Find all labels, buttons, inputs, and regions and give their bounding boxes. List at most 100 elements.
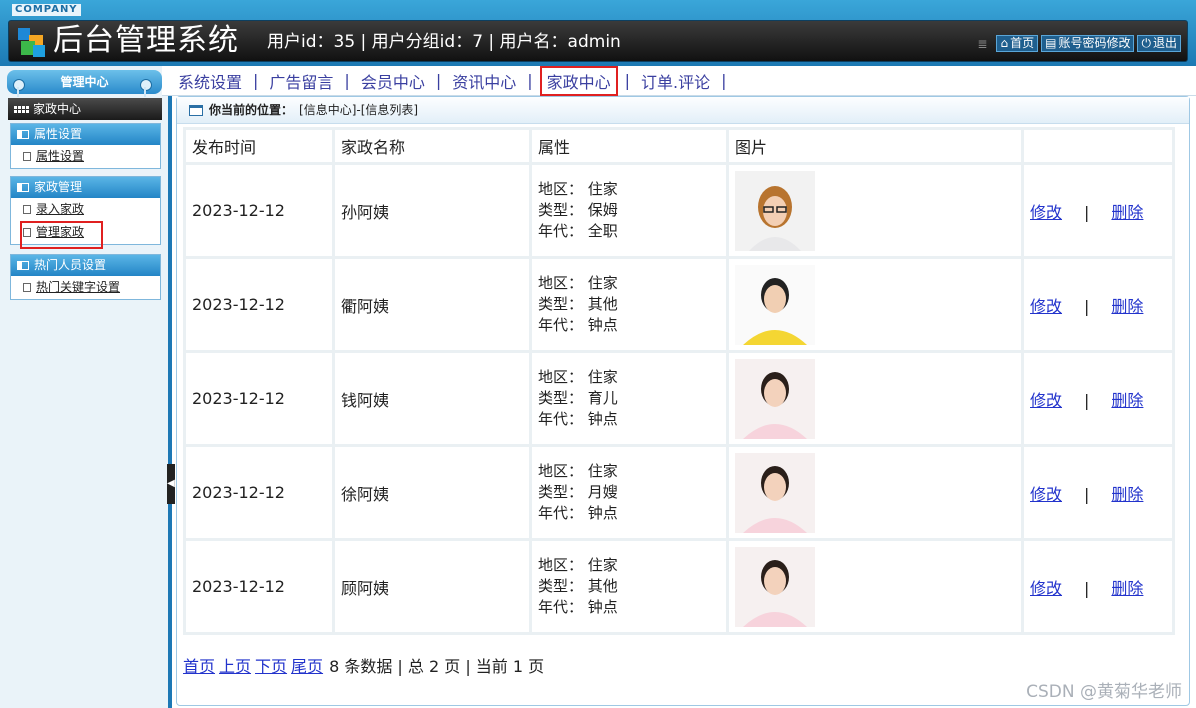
sidebar-head: 管理中心 xyxy=(7,70,162,94)
region-value: 住家 xyxy=(587,462,618,480)
list-icon: ▤ xyxy=(1045,36,1057,50)
photo-cell xyxy=(729,165,1021,256)
region-value: 住家 xyxy=(587,556,618,574)
name-cell: 钱阿姨 xyxy=(335,353,529,444)
column-header: 发布时间 xyxy=(186,130,332,162)
edit-link[interactable]: 修改 xyxy=(1030,391,1062,410)
operations-cell: 修改 | 删除 xyxy=(1024,259,1172,350)
column-header xyxy=(1024,130,1172,162)
highlight-box xyxy=(20,221,103,249)
housekeeping-table: 发布时间 家政名称 属性 图片 2023-12-12 孙阿姨 地区： 住家 类型： 保… xyxy=(183,127,1175,635)
tab-housekeeping-center[interactable]: 家政中心 xyxy=(539,65,618,96)
first-page-link[interactable]: 首页 xyxy=(183,657,215,676)
type-value: 月嫂 xyxy=(587,483,618,501)
region-value: 住家 xyxy=(587,274,618,292)
edit-link[interactable]: 修改 xyxy=(1030,579,1062,598)
sidebar-group-hot-personnel: 热门人员设置 热门关键字设置 xyxy=(10,254,161,300)
app-header: COMPANY 后台管理系统 用户id：35 | 用户分组id：7 | 用户名：… xyxy=(0,0,1196,66)
column-header: 家政名称 xyxy=(335,130,529,162)
tab-member-center[interactable]: 会员中心 xyxy=(357,69,429,93)
woman-pink-uniform-photo xyxy=(735,358,815,439)
sidebar-toggle[interactable]: ◀ xyxy=(167,464,175,504)
woman-glasses-photo xyxy=(735,170,815,251)
sidebar-item-attribute-settings[interactable]: 属性设置 xyxy=(11,145,160,168)
delete-link[interactable]: 删除 xyxy=(1111,391,1143,410)
next-page-link[interactable]: 下页 xyxy=(255,657,287,676)
table-row: 2023-12-12 徐阿姨 地区： 住家 类型： 月嫂 年代： 钟点 修改 | 删除 xyxy=(186,447,1172,538)
column-header: 属性 xyxy=(532,130,726,162)
operations-cell: 修改 | 删除 xyxy=(1024,541,1172,632)
photo-cell xyxy=(729,259,1021,350)
woman-pink-uniform-photo xyxy=(735,452,815,533)
publish-date-cell: 2023-12-12 xyxy=(186,259,332,350)
edit-link[interactable]: 修改 xyxy=(1030,203,1062,222)
table-row: 2023-12-12 衢阿姨 地区： 住家 类型： 其他 年代： 钟点 修改 | 删除 xyxy=(186,259,1172,350)
edit-link[interactable]: 修改 xyxy=(1030,485,1062,504)
last-page-link[interactable]: 尾页 xyxy=(291,657,323,676)
watermark: CSDN @黄菊华老师 xyxy=(1026,682,1182,702)
header-bar: 后台管理系统 用户id：35 | 用户分组id：7 | 用户名：admin ≣ … xyxy=(8,20,1188,62)
system-title: 后台管理系统 xyxy=(53,23,239,58)
delete-link[interactable]: 删除 xyxy=(1111,485,1143,504)
operations-cell: 修改 | 删除 xyxy=(1024,165,1172,256)
sidebar-group-title[interactable]: 家政管理 xyxy=(11,177,160,198)
name-cell: 衢阿姨 xyxy=(335,259,529,350)
pagination-summary: 8 条数据 | 总 2 页 | 当前 1 页 xyxy=(329,657,545,676)
prev-page-link[interactable]: 上页 xyxy=(219,657,251,676)
type-value: 育儿 xyxy=(587,389,618,407)
tab-orders-comments[interactable]: 订单.评论 xyxy=(637,69,714,93)
tab-system-settings[interactable]: 系统设置 xyxy=(174,69,246,93)
type-value: 其他 xyxy=(587,577,618,595)
document-icon xyxy=(23,205,31,214)
panel-icon xyxy=(17,130,29,139)
table-row: 2023-12-12 钱阿姨 地区： 住家 类型： 育儿 年代： 钟点 修改 | 删除 xyxy=(186,353,1172,444)
top-links: ≣ ⌂ 首页 ▤ 账号密码修改 ⏻ 退出 xyxy=(977,35,1181,52)
sidebar-group-title[interactable]: 热门人员设置 xyxy=(11,255,160,276)
attributes-cell: 地区： 住家 类型： 保姆 年代： 全职 xyxy=(532,165,726,256)
edit-link[interactable]: 修改 xyxy=(1030,297,1062,316)
tab-ads-messages[interactable]: 广告留言 xyxy=(265,69,337,93)
type-value: 其他 xyxy=(587,295,618,313)
name-cell: 孙阿姨 xyxy=(335,165,529,256)
era-value: 钟点 xyxy=(587,410,618,428)
era-value: 钟点 xyxy=(587,504,618,522)
sidebar-group-attributes: 属性设置 属性设置 xyxy=(10,123,161,169)
delete-link[interactable]: 删除 xyxy=(1111,203,1143,222)
panel-icon xyxy=(17,261,29,270)
pin-icon xyxy=(140,79,152,97)
column-header: 图片 xyxy=(729,130,1021,162)
sidebar-item-hot-keywords[interactable]: 热门关键字设置 xyxy=(11,276,160,299)
user-info: 用户id：35 | 用户分组id：7 | 用户名：admin xyxy=(267,32,621,52)
sidebar-active-section[interactable]: 家政中心 xyxy=(8,98,162,120)
publish-date-cell: 2023-12-12 xyxy=(186,165,332,256)
panel-icon xyxy=(17,183,29,192)
woman-yellow-shirt-photo xyxy=(735,264,815,345)
publish-date-cell: 2023-12-12 xyxy=(186,353,332,444)
menu-grip-icon: ≣ xyxy=(977,36,988,51)
era-value: 钟点 xyxy=(587,316,618,334)
publish-date-cell: 2023-12-12 xyxy=(186,447,332,538)
era-value: 全职 xyxy=(587,222,618,240)
sidebar-group-title[interactable]: 属性设置 xyxy=(11,124,160,145)
operations-cell: 修改 | 删除 xyxy=(1024,353,1172,444)
company-label: COMPANY xyxy=(12,4,81,16)
tab-news-center[interactable]: 资讯中心 xyxy=(448,69,520,93)
power-icon: ⏻ xyxy=(1141,36,1151,50)
logout-button[interactable]: ⏻ 退出 xyxy=(1137,35,1181,52)
change-password-button[interactable]: ▤ 账号密码修改 xyxy=(1041,35,1135,52)
window-icon xyxy=(189,104,203,116)
photo-cell xyxy=(729,353,1021,444)
table-row: 2023-12-12 顾阿姨 地区： 住家 类型： 其他 年代： 钟点 修改 | 删除 xyxy=(186,541,1172,632)
woman-pink-uniform-photo xyxy=(735,546,815,627)
name-cell: 徐阿姨 xyxy=(335,447,529,538)
delete-link[interactable]: 删除 xyxy=(1111,579,1143,598)
region-value: 住家 xyxy=(587,180,618,198)
pagination: 首页 上页 下页 尾页 8 条数据 | 总 2 页 | 当前 1 页 xyxy=(183,653,544,677)
publish-date-cell: 2023-12-12 xyxy=(186,541,332,632)
sidebar-item-add-housekeeping[interactable]: 录入家政 xyxy=(11,198,160,221)
photo-cell xyxy=(729,541,1021,632)
home-button[interactable]: ⌂ 首页 xyxy=(996,35,1039,52)
delete-link[interactable]: 删除 xyxy=(1111,297,1143,316)
region-value: 住家 xyxy=(587,368,618,386)
attributes-cell: 地区： 住家 类型： 育儿 年代： 钟点 xyxy=(532,353,726,444)
